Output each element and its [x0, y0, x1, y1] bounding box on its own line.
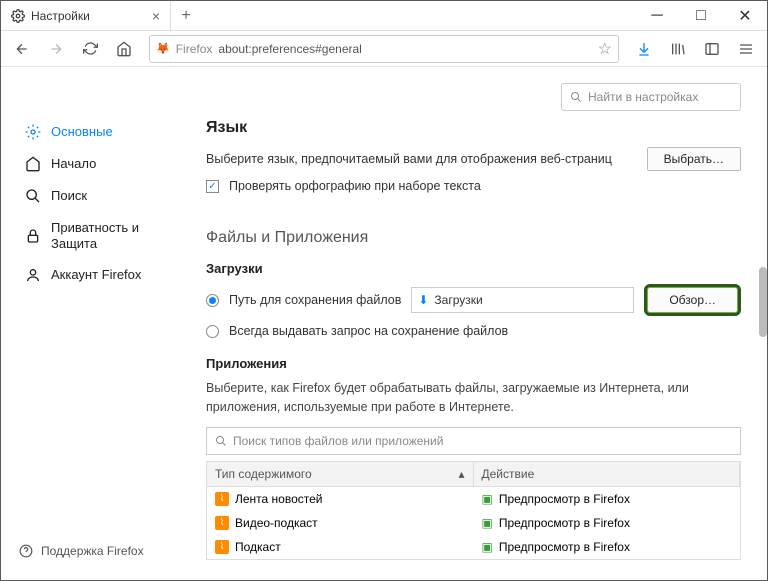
url-input[interactable] — [218, 42, 591, 56]
account-icon — [25, 267, 41, 283]
downloads-subheading: Загрузки — [206, 261, 741, 276]
home-icon — [25, 156, 41, 172]
language-heading: Язык — [206, 119, 741, 137]
sidebar-item-label: Основные — [51, 124, 113, 140]
sidebar-item-label: Аккаунт Firefox — [51, 267, 141, 283]
close-icon[interactable]: × — [152, 8, 160, 24]
table-row[interactable]: ⌇Лента новостей ▣Предпросмотр в Firefox — [207, 487, 740, 511]
lock-icon — [25, 228, 41, 244]
download-folder-name: Загрузки — [434, 293, 482, 307]
home-button[interactable] — [109, 35, 139, 63]
preview-icon: ▣ — [482, 540, 493, 554]
sort-up-icon: ▴ — [458, 467, 464, 481]
feed-icon: ⌇ — [215, 492, 229, 506]
sidebar-item-account[interactable]: Аккаунт Firefox — [19, 260, 176, 290]
gear-icon — [11, 9, 25, 23]
search-icon — [25, 188, 41, 204]
browser-tab[interactable]: Настройки × — [1, 1, 171, 30]
table-row[interactable]: ⌇Видео-подкаст ▣Предпросмотр в Firefox — [207, 511, 740, 535]
reload-button[interactable] — [75, 35, 105, 63]
library-button[interactable] — [663, 35, 693, 63]
gear-icon — [25, 124, 41, 140]
col-action[interactable]: Действие — [474, 462, 741, 486]
spellcheck-label: Проверять орфографию при наборе текста — [229, 179, 481, 193]
feed-icon: ⌇ — [215, 540, 229, 554]
always-ask-label: Всегда выдавать запрос на сохранение фай… — [229, 324, 508, 338]
preview-icon: ▣ — [482, 516, 493, 530]
downloads-button[interactable] — [629, 35, 659, 63]
menu-button[interactable] — [731, 35, 761, 63]
download-arrow-icon: ⬇ — [418, 293, 428, 307]
sidebar-item-privacy[interactable]: Приватность и Защита — [19, 213, 176, 258]
always-ask-radio[interactable] — [206, 325, 219, 338]
minimize-button[interactable]: ─ — [635, 1, 679, 30]
forward-button[interactable] — [41, 35, 71, 63]
new-tab-button[interactable]: + — [171, 1, 201, 30]
apps-search-placeholder: Поиск типов файлов или приложений — [233, 434, 443, 448]
sidebar-button[interactable] — [697, 35, 727, 63]
sidebar-item-home[interactable]: Начало — [19, 149, 176, 179]
maximize-button[interactable]: □ — [679, 1, 723, 30]
prefs-search[interactable]: Найти в настройках — [561, 83, 741, 111]
apps-search[interactable]: Поиск типов файлов или приложений — [206, 427, 741, 455]
sidebar-item-label: Начало — [51, 156, 96, 172]
back-button[interactable] — [7, 35, 37, 63]
sidebar-item-label: Поиск — [51, 188, 87, 204]
sidebar-item-general[interactable]: Основные — [19, 117, 176, 147]
save-to-radio[interactable] — [206, 294, 219, 307]
language-desc: Выберите язык, предпочитаемый вами для о… — [206, 152, 637, 166]
scrollbar-thumb[interactable] — [759, 267, 767, 337]
sidebar-item-label: Приватность и Защита — [51, 220, 170, 251]
table-row[interactable]: ⌇Подкаст ▣Предпросмотр в Firefox — [207, 535, 740, 559]
prefs-search-placeholder: Найти в настройках — [588, 90, 698, 104]
help-icon — [19, 544, 33, 558]
firefox-icon: 🦊 — [156, 42, 170, 55]
browse-button[interactable]: Обзор… — [644, 284, 741, 316]
files-heading: Файлы и Приложения — [206, 229, 741, 247]
download-folder-field[interactable]: ⬇ Загрузки — [411, 287, 634, 313]
support-label: Поддержка Firefox — [41, 544, 144, 558]
bookmark-star-icon[interactable]: ☆ — [598, 39, 612, 59]
search-icon — [570, 91, 582, 103]
close-button[interactable]: ✕ — [723, 1, 767, 30]
url-prefix: Firefox — [176, 42, 213, 56]
choose-language-button[interactable]: Выбрать… — [647, 147, 741, 171]
search-icon — [215, 435, 227, 447]
feed-icon: ⌇ — [215, 516, 229, 530]
spellcheck-checkbox[interactable]: ✓ — [206, 180, 219, 193]
sidebar-item-search[interactable]: Поиск — [19, 181, 176, 211]
col-content-type[interactable]: Тип содержимого▴ — [207, 462, 474, 486]
url-bar[interactable]: 🦊 Firefox ☆ — [149, 35, 619, 63]
preview-icon: ▣ — [482, 492, 493, 506]
tab-title: Настройки — [31, 9, 90, 23]
applications-desc: Выберите, как Firefox будет обрабатывать… — [206, 379, 741, 417]
support-link[interactable]: Поддержка Firefox — [19, 544, 176, 558]
apps-table: Тип содержимого▴ Действие ⌇Лента новосте… — [206, 461, 741, 560]
applications-subheading: Приложения — [206, 356, 741, 371]
save-to-label: Путь для сохранения файлов — [229, 293, 401, 307]
